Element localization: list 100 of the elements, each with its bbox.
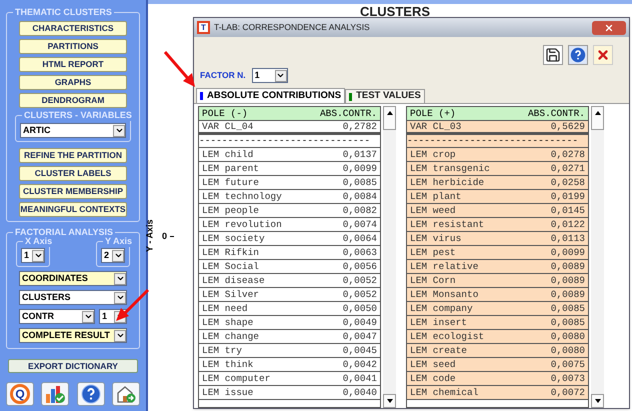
table-cell: LEM insert bbox=[410, 316, 468, 329]
table-cell: VAR CL_03 bbox=[410, 120, 462, 133]
scrollbar[interactable] bbox=[591, 106, 604, 408]
scroll-down-icon[interactable] bbox=[386, 398, 394, 404]
table-cell: 0,0050 bbox=[342, 302, 377, 315]
dropdown[interactable]: 1 bbox=[252, 68, 288, 83]
window-title: T-LAB: CORRESPONDENCE ANALYSIS bbox=[214, 21, 371, 34]
table-cell: LEM Silver bbox=[202, 288, 260, 301]
table-cell: LEM child bbox=[202, 148, 254, 161]
table-cell: 0,0056 bbox=[342, 260, 377, 273]
table-cell: 0,0089 bbox=[550, 288, 585, 301]
table-cell: 0,0052 bbox=[342, 274, 377, 287]
scroll-up-icon[interactable] bbox=[386, 110, 394, 116]
sidebar-button[interactable]: REFINE THE PARTITION bbox=[19, 148, 127, 163]
sidebar-button[interactable]: GRAPHS bbox=[19, 75, 127, 90]
table-cell: 0,0089 bbox=[550, 274, 585, 287]
save-icon[interactable] bbox=[543, 45, 563, 65]
table-cell: LEM Social bbox=[202, 260, 260, 273]
table-cell: 0,0084 bbox=[342, 190, 377, 203]
table-cell: 0,0045 bbox=[342, 344, 377, 357]
dropdown[interactable]: COMPLETE RESULT bbox=[19, 328, 127, 343]
table-cell: 0,0052 bbox=[342, 288, 377, 301]
table-cell: LEM virus bbox=[410, 232, 462, 245]
group-title: THEMATIC CLUSTERS bbox=[13, 6, 114, 18]
sidebar-button[interactable]: HTML REPORT bbox=[19, 57, 127, 72]
close-icon[interactable] bbox=[593, 45, 613, 65]
scroll-up-icon[interactable] bbox=[594, 110, 602, 116]
table-cell: LEM computer bbox=[202, 372, 270, 385]
help-icon[interactable] bbox=[76, 382, 105, 406]
table-cell: 0,0041 bbox=[342, 372, 377, 385]
annotation-arrow bbox=[163, 50, 197, 88]
separator-text: ------------------------------ bbox=[199, 135, 370, 147]
table-cell: 0,0137 bbox=[342, 148, 377, 161]
table-cell: 0,0122 bbox=[550, 218, 585, 231]
sidebar-button[interactable]: MEANINGFUL CONTEXTS bbox=[19, 202, 127, 217]
sidebar-button[interactable]: DENDROGRAM bbox=[19, 93, 127, 108]
table-cell: 0,0082 bbox=[342, 204, 377, 217]
table-cell: LEM future bbox=[202, 176, 260, 189]
tab[interactable]: TEST VALUES bbox=[345, 89, 425, 103]
group-title: CLUSTERS - VARIABLES bbox=[22, 109, 134, 121]
table-cell: LEM create bbox=[410, 344, 468, 357]
table-cell: LEM weed bbox=[410, 204, 456, 217]
scrollbar[interactable] bbox=[383, 106, 396, 408]
tab[interactable]: ABSOLUTE CONTRIBUTIONS bbox=[196, 88, 346, 103]
sidebar-button[interactable]: CHARACTERISTICS bbox=[19, 21, 127, 36]
table-cell: LEM plant bbox=[410, 190, 462, 203]
table-cell: 0,0085 bbox=[550, 316, 585, 329]
dropdown[interactable]: ARTIC bbox=[20, 123, 126, 138]
table-cell: 0,0074 bbox=[342, 218, 377, 231]
table-cell: LEM company bbox=[410, 302, 473, 315]
table-cell: 0,0145 bbox=[550, 204, 585, 217]
table-cell: 0,0099 bbox=[342, 162, 377, 175]
table-cell: 0,0199 bbox=[550, 190, 585, 203]
table-cell: 0,0113 bbox=[550, 232, 585, 245]
q-logo-icon[interactable]: Q bbox=[6, 382, 34, 406]
home-icon[interactable] bbox=[112, 382, 140, 406]
table-cell: 0,0080 bbox=[550, 330, 585, 343]
table-cell: LEM ecologist bbox=[410, 330, 484, 343]
table-cell: LEM think bbox=[202, 358, 254, 371]
table-cell: 0,2782 bbox=[342, 120, 377, 133]
table-cell: LEM disease bbox=[202, 274, 265, 287]
group-title: X Axis bbox=[23, 235, 54, 247]
export-dictionary-button[interactable]: EXPORT DICTIONARY bbox=[8, 359, 138, 373]
table-cell: LEM Corn bbox=[410, 274, 456, 287]
table-cell: 0,0072 bbox=[550, 386, 585, 399]
table-cell: 0,0042 bbox=[342, 358, 377, 371]
dropdown[interactable]: 1 bbox=[21, 248, 45, 263]
chart-title: CLUSTERS bbox=[360, 4, 430, 20]
axis-label: Y - Axis bbox=[144, 220, 156, 252]
dropdown[interactable]: CONTR bbox=[19, 309, 95, 324]
table-cell: LEM people bbox=[202, 204, 260, 217]
close-button[interactable] bbox=[592, 20, 626, 34]
table-cell: LEM pest bbox=[410, 246, 456, 259]
sidebar-button[interactable]: CLUSTER MEMBERSHIP bbox=[19, 184, 127, 199]
table-cell: VAR CL_04 bbox=[202, 120, 254, 133]
table-cell: LEM issue bbox=[202, 386, 254, 399]
table-cell: LEM relative bbox=[410, 260, 478, 273]
dropdown[interactable]: COORDINATES bbox=[19, 271, 127, 286]
table-cell: 0,0099 bbox=[550, 246, 585, 259]
sidebar-button[interactable]: PARTITIONS bbox=[19, 39, 127, 54]
table-cell: LEM resistant bbox=[410, 218, 484, 231]
table-cell: 0,0049 bbox=[342, 316, 377, 329]
table-cell: LEM Monsanto bbox=[410, 288, 478, 301]
table-cell: 0,0073 bbox=[550, 372, 585, 385]
table-cell: 0,0040 bbox=[342, 386, 377, 399]
table-cell: 0,0080 bbox=[550, 344, 585, 357]
table-cell: LEM shape bbox=[202, 316, 254, 329]
separator-text: ------------------------------ bbox=[407, 135, 578, 147]
table-cell: 0,0064 bbox=[342, 232, 377, 245]
table-cell: 0,0089 bbox=[550, 260, 585, 273]
dropdown[interactable]: CLUSTERS bbox=[19, 290, 127, 305]
scroll-down-icon[interactable] bbox=[594, 398, 602, 404]
table-cell: LEM parent bbox=[202, 162, 260, 175]
table-cell: LEM revolution bbox=[202, 218, 282, 231]
help-icon[interactable] bbox=[568, 45, 588, 65]
bar-chart-check-icon[interactable] bbox=[41, 382, 70, 406]
table-cell: LEM technology bbox=[202, 190, 282, 203]
sidebar-button[interactable]: CLUSTER LABELS bbox=[19, 166, 127, 181]
dropdown[interactable]: 2 bbox=[101, 248, 125, 263]
table-cell: 0,0085 bbox=[342, 176, 377, 189]
